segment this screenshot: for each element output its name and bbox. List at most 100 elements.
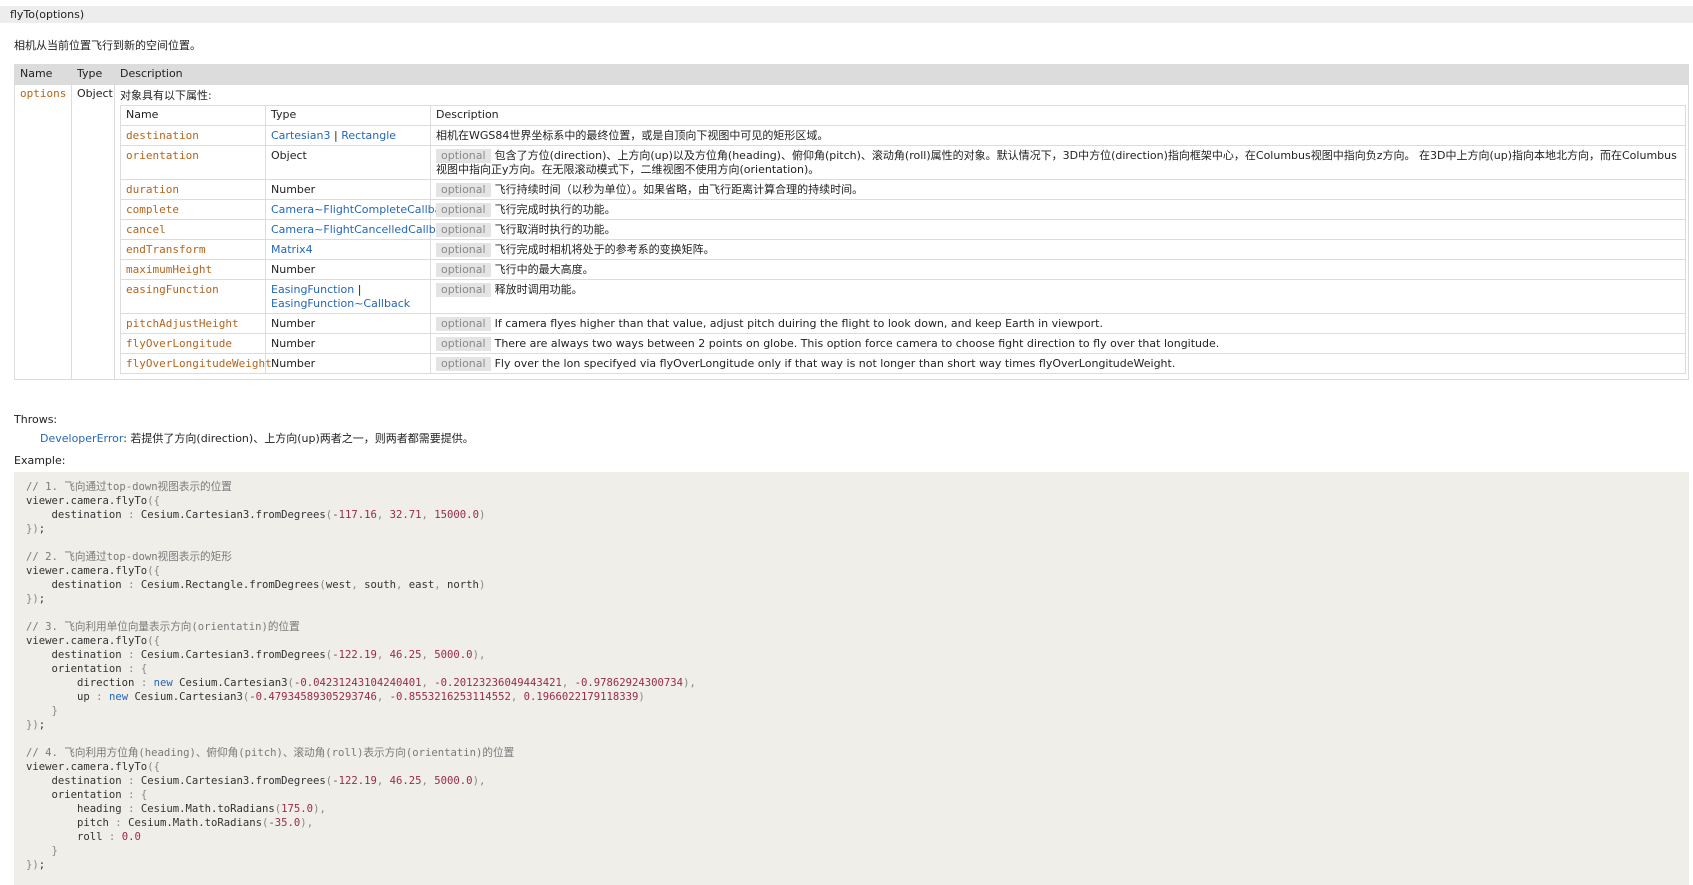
property-description-text: 飞行完成时相机将处于的参考系的变换矩阵。: [494, 243, 715, 256]
optional-badge: optional: [436, 243, 491, 257]
property-row: maximumHeight Number optional 飞行中的最大高度。: [120, 259, 1686, 280]
parameters-header-row: Name Type Description: [14, 64, 1689, 85]
property-row: pitchAdjustHeight Number optional If camera…: [120, 313, 1686, 334]
optional-badge: optional: [436, 149, 491, 163]
property-row: flyOverLongitude Number optional There are …: [120, 333, 1686, 354]
example-code-block: // 1. 飞向通过top-down视图表示的位置 viewer.camera.…: [14, 472, 1689, 885]
property-row: flyOverLongitudeWeight Number optional Fly …: [120, 353, 1686, 374]
optional-badge: optional: [436, 317, 491, 331]
type-separator: |: [354, 283, 362, 296]
property-description: optional 飞行中的最大高度。: [430, 259, 1686, 280]
property-description-text: 飞行完成时执行的功能。: [494, 203, 616, 216]
options-param-row: options Object 对象具有以下属性: Name Type Descr…: [14, 84, 1689, 380]
property-type: Number: [265, 313, 431, 334]
property-description: 相机在WGS84世界坐标系中的最终位置，或是自顶向下视图中可见的矩形区域。: [430, 125, 1686, 146]
property-name: orientation: [120, 145, 266, 180]
param-name: options: [14, 84, 72, 380]
type-link[interactable]: EasingFunction~Callback: [271, 297, 410, 310]
header-name: Name: [14, 64, 72, 85]
type-text: Number: [271, 183, 316, 196]
property-description: optional 包含了方位(direction)、上方向(up)以及方位角(he…: [430, 145, 1686, 180]
optional-badge: optional: [436, 283, 491, 297]
property-name: flyOverLongitude: [120, 333, 266, 354]
property-description-text: 飞行取消时执行的功能。: [494, 223, 616, 236]
type-text: Object: [271, 149, 307, 162]
param-description: 对象具有以下属性: Name Type Description destinat…: [114, 84, 1689, 380]
property-description-text: 包含了方位(direction)、上方向(up)以及方位角(heading)、俯…: [436, 149, 1677, 176]
type-link[interactable]: Camera~FlightCancelledCallback: [271, 223, 455, 236]
property-description: optional 飞行持续时间（以秒为单位）。如果省略，由飞行距离计算合理的持续时…: [430, 179, 1686, 200]
property-name: endTransform: [120, 239, 266, 260]
property-name: maximumHeight: [120, 259, 266, 280]
optional-badge: optional: [436, 223, 491, 237]
type-link[interactable]: Rectangle: [341, 129, 396, 142]
property-row: destination Cartesian3 | Rectangle 相机在WGS8…: [120, 125, 1686, 146]
type-separator: |: [330, 129, 342, 142]
inner-header-description: Description: [430, 105, 1686, 126]
optional-badge: optional: [436, 203, 491, 217]
property-type: Matrix4: [265, 239, 431, 260]
property-name: flyOverLongitudeWeight: [120, 353, 272, 374]
method-signature: flyTo(options): [0, 6, 1693, 23]
property-description-text: 飞行中的最大高度。: [494, 263, 594, 276]
optional-badge: optional: [436, 263, 491, 277]
property-description: optional If camera flyes higher than that…: [430, 313, 1686, 334]
property-description-text: If camera flyes higher than that value, …: [494, 317, 1103, 330]
property-description-text: There are always two ways between 2 poin…: [494, 337, 1220, 350]
property-name: pitchAdjustHeight: [120, 313, 266, 334]
property-description: optional There are always two ways betwee…: [430, 333, 1686, 354]
property-description: optional 飞行取消时执行的功能。: [430, 219, 1686, 240]
property-row: endTransform Matrix4 optional 飞行完成时相机将处于的参考…: [120, 239, 1686, 260]
type-link[interactable]: Camera~FlightCompleteCallback: [271, 203, 454, 216]
property-description: optional Fly over the lon specifyed via f…: [430, 353, 1686, 374]
header-description: Description: [114, 64, 1689, 85]
optional-badge: optional: [436, 337, 491, 351]
throws-description: : 若提供了方向(direction)、上方向(up)两者之一，则两者都需要提供…: [123, 432, 474, 445]
param-description-text: 对象具有以下属性:: [120, 89, 212, 102]
property-description-text: Fly over the lon specifyed via flyOverLo…: [494, 357, 1176, 370]
property-type: Number: [265, 333, 431, 354]
property-row: easingFunction EasingFunction | EasingFun…: [120, 279, 1686, 314]
example-code: // 1. 飞向通过top-down视图表示的位置 viewer.camera.…: [26, 481, 696, 871]
type-text: Number: [271, 337, 316, 350]
property-description: optional 飞行完成时执行的功能。: [430, 199, 1686, 220]
type-link[interactable]: Cartesian3: [271, 129, 331, 142]
property-description-text: 相机在WGS84世界坐标系中的最终位置，或是自顶向下视图中可见的矩形区域。: [436, 129, 829, 142]
property-row: duration Number optional 飞行持续时间（以秒为单位）。如果省略…: [120, 179, 1686, 200]
property-row: orientation Object optional 包含了方位(direction…: [120, 145, 1686, 180]
property-type: Number: [265, 353, 431, 374]
property-name: duration: [120, 179, 266, 200]
property-description-text: 飞行持续时间（以秒为单位）。如果省略，由飞行距离计算合理的持续时间。: [494, 183, 864, 196]
throws-label: Throws:: [14, 413, 58, 426]
property-description: optional 释放时调用功能。: [430, 279, 1686, 314]
parameters-table: Name Type Description options Object 对象具…: [14, 64, 1689, 380]
type-text: Number: [271, 317, 316, 330]
properties-header-row: Name Type Description: [120, 105, 1686, 126]
property-name: easingFunction: [120, 279, 266, 314]
type-text: Number: [271, 263, 316, 276]
optional-badge: optional: [436, 183, 491, 197]
property-type: EasingFunction | EasingFunction~Callback: [265, 279, 431, 314]
property-row: cancel Camera~FlightCancelledCallback opti…: [120, 219, 1686, 240]
options-properties-table: Name Type Description destination Cartesi…: [120, 105, 1686, 374]
property-type: Number: [265, 259, 431, 280]
property-description-text: 释放时调用功能。: [494, 283, 583, 296]
throws-entry: DeveloperError: 若提供了方向(direction)、上方向(up…: [40, 430, 474, 446]
property-type: Object: [265, 145, 431, 180]
type-link[interactable]: Matrix4: [271, 243, 313, 256]
developer-error-link[interactable]: DeveloperError: [40, 432, 123, 445]
header-type: Type: [71, 64, 115, 85]
optional-badge: optional: [436, 357, 491, 371]
param-type: Object: [71, 84, 115, 380]
property-row: complete Camera~FlightCompleteCallback opt…: [120, 199, 1686, 220]
property-name: cancel: [120, 219, 266, 240]
property-type: Number: [265, 179, 431, 200]
property-type: Cartesian3 | Rectangle: [265, 125, 431, 146]
method-summary: 相机从当前位置飞行到新的空间位置。: [14, 39, 201, 52]
properties-body: destination Cartesian3 | Rectangle 相机在WGS8…: [120, 125, 1686, 374]
inner-header-name: Name: [120, 105, 266, 126]
property-description: optional 飞行完成时相机将处于的参考系的变换矩阵。: [430, 239, 1686, 260]
property-name: destination: [120, 125, 266, 146]
example-label: Example:: [14, 454, 66, 467]
type-link[interactable]: EasingFunction: [271, 283, 354, 296]
